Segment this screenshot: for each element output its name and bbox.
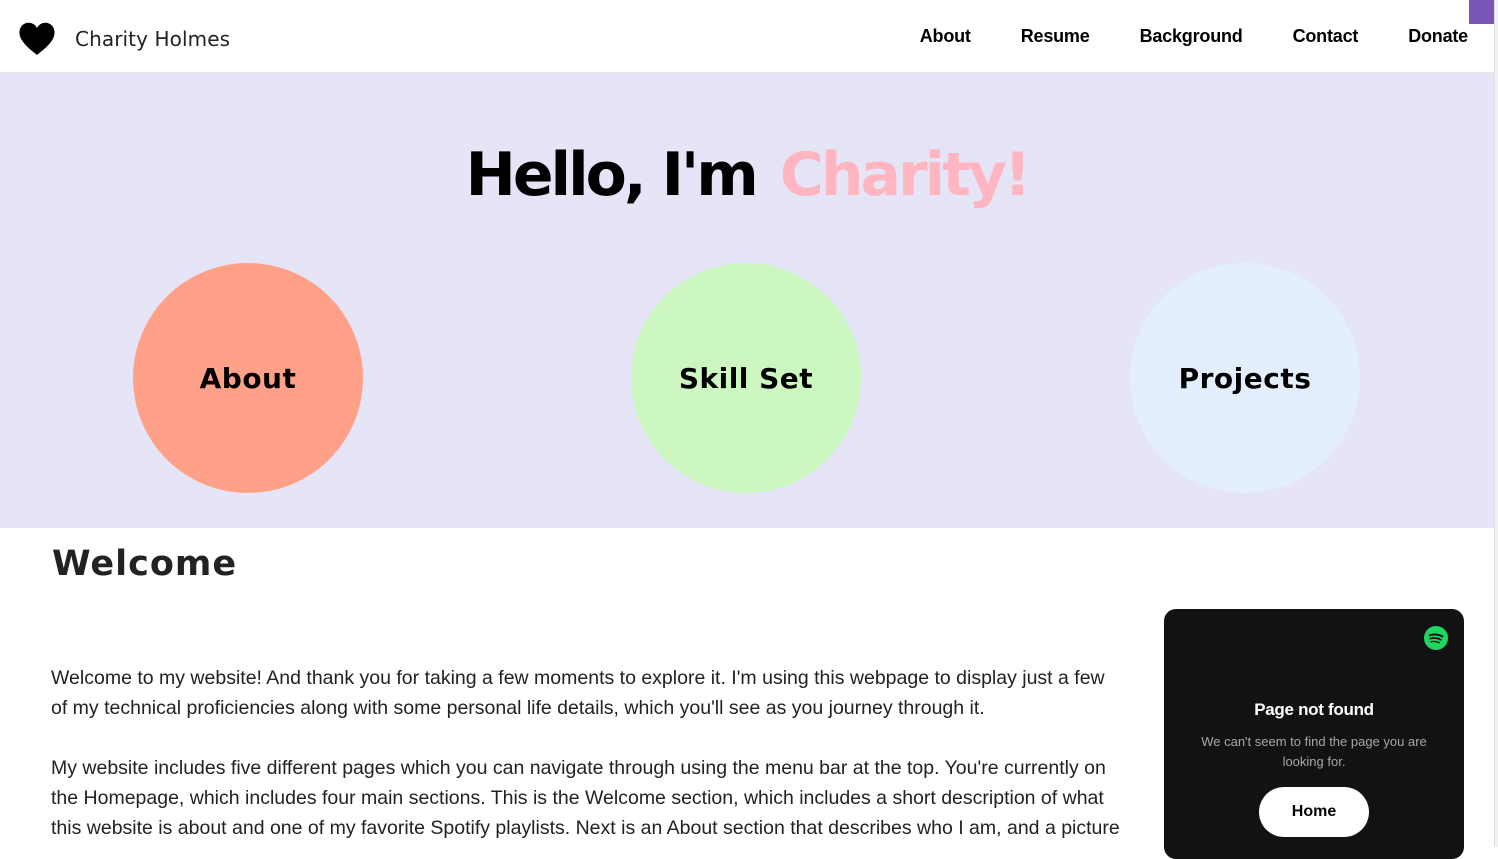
main-nav: About Resume Background Contact Donate: [870, 26, 1468, 47]
heart-icon: [19, 22, 55, 55]
hero-section: Hello, I'm Charity! About Skill Set Proje…: [0, 73, 1494, 528]
welcome-paragraph: Welcome to my website! And thank you for…: [51, 667, 1105, 719]
brand[interactable]: Charity Holmes: [18, 22, 230, 56]
corner-badge: [1469, 0, 1494, 24]
brand-name: Charity Holmes: [75, 27, 231, 51]
hero-greeting: Hello, I'm: [465, 140, 759, 210]
nav-donate[interactable]: Donate: [1408, 26, 1468, 47]
welcome-paragraph: My website includes five different pages…: [51, 757, 1120, 839]
nav-resume[interactable]: Resume: [1021, 26, 1090, 47]
projects-circle-button[interactable]: Projects: [1130, 263, 1360, 493]
spotify-icon[interactable]: [1424, 626, 1448, 650]
spotify-embed: Page not found We can't seem to find the…: [1164, 609, 1464, 859]
nav-about[interactable]: About: [920, 26, 971, 47]
about-circle-label: About: [199, 361, 297, 395]
hero-title: Hello, I'm Charity!: [0, 139, 1494, 211]
skill-set-circle-label: Skill Set: [678, 361, 814, 395]
embed-error-title: Page not found: [1254, 700, 1374, 719]
about-circle-button[interactable]: About: [133, 263, 363, 493]
scrollbar[interactable]: [1494, 0, 1498, 847]
embed-error-message: We can't seem to find the page you are l…: [1201, 734, 1427, 769]
nav-contact[interactable]: Contact: [1293, 26, 1359, 47]
embed-home-button[interactable]: Home: [1259, 787, 1369, 837]
welcome-heading: Welcome: [52, 544, 238, 584]
skill-set-circle-button[interactable]: Skill Set: [631, 263, 861, 493]
projects-circle-label: Projects: [1178, 361, 1312, 395]
nav-background[interactable]: Background: [1140, 26, 1243, 47]
site-header: Charity Holmes About Resume Background C…: [0, 0, 1494, 73]
hero-name: Charity!: [779, 140, 1032, 210]
